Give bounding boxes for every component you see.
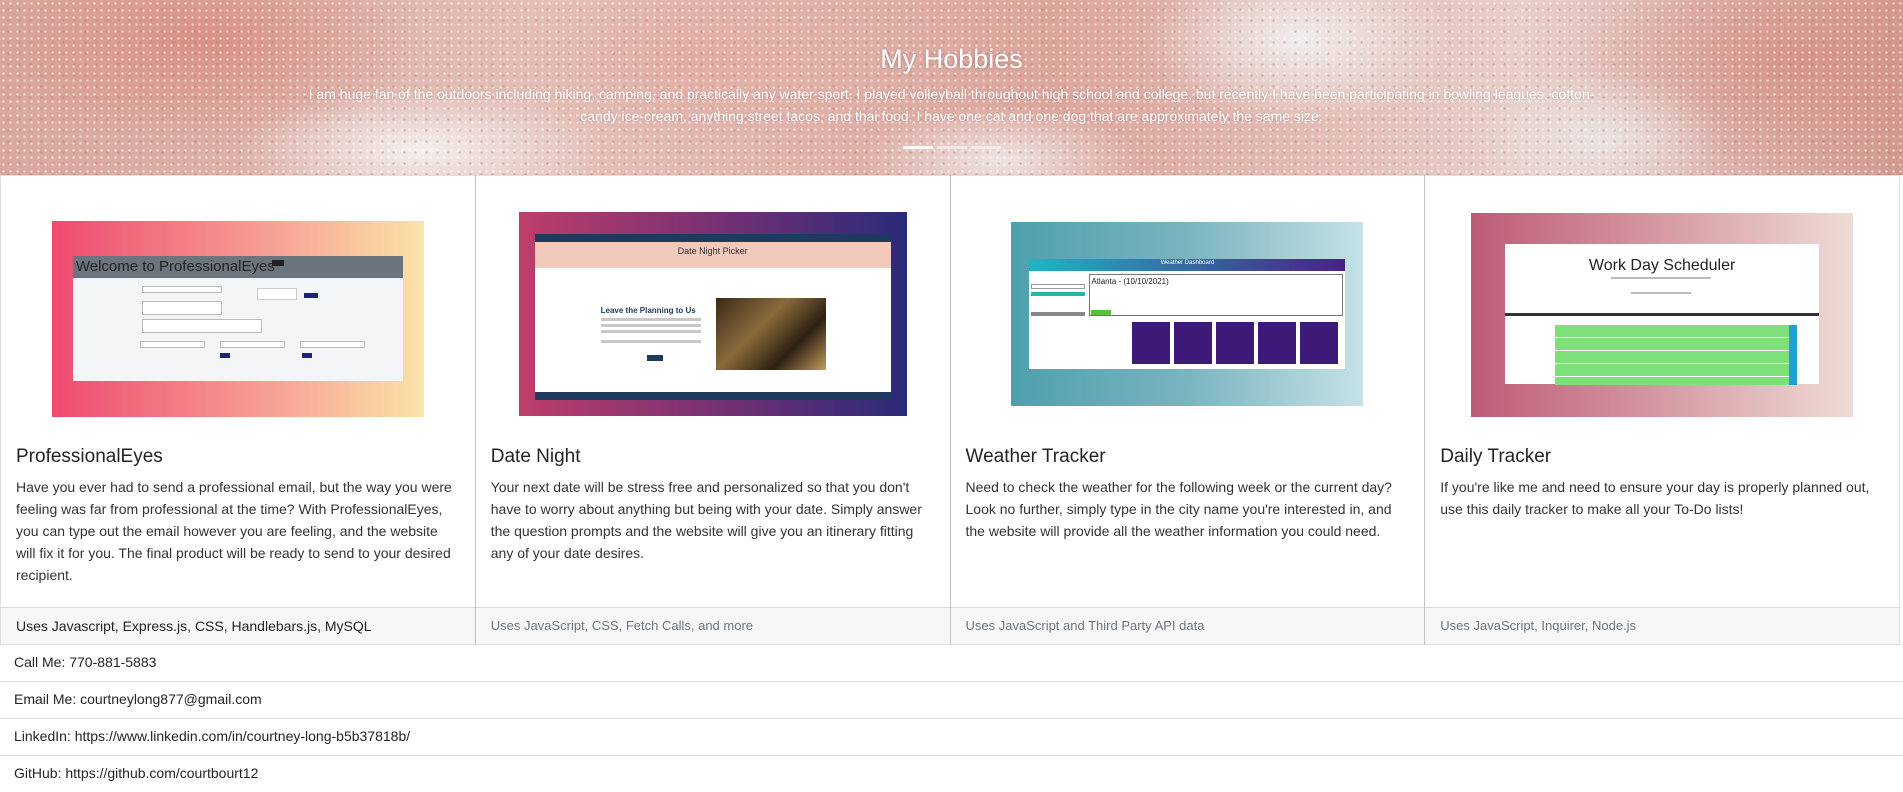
project-image-wrap: Weather Dashboard Atlanta - (10/10/2021) bbox=[951, 176, 1425, 446]
project-description: If you're like me and need to ensure you… bbox=[1440, 479, 1870, 517]
project-image-wrap: Welcome to ProfessionalEyes bbox=[1, 176, 475, 446]
carousel-caption: My Hobbies I am huge fan of the outdoors… bbox=[0, 44, 1903, 127]
project-image-wrap: Work Day Scheduler bbox=[1425, 176, 1899, 446]
thumb-subheading: Leave the Planning to Us bbox=[600, 306, 696, 315]
thumb-city: Atlanta - (10/10/2021) bbox=[1091, 276, 1169, 286]
project-image-wrap: Date Night Picker Leave the Planning to … bbox=[476, 176, 950, 446]
contact-phone[interactable]: Call Me: 770-881-5883 bbox=[0, 645, 1903, 682]
hobbies-carousel: My Hobbies I am huge fan of the outdoors… bbox=[0, 0, 1903, 175]
project-description: Need to check the weather for the follow… bbox=[965, 479, 1392, 539]
contact-email[interactable]: Email Me: courtneylong877@gmail.com bbox=[0, 682, 1903, 719]
card-body: Daily Tracker If you're like me and need… bbox=[1425, 446, 1899, 607]
project-title: ProfessionalEyes bbox=[16, 446, 163, 467]
project-description: Have you ever had to send a professional… bbox=[16, 479, 452, 583]
project-screenshot[interactable]: Weather Dashboard Atlanta - (10/10/2021) bbox=[1011, 221, 1364, 406]
project-tech-footer: Uses JavaScript, CSS, Fetch Calls, and m… bbox=[475, 607, 950, 644]
project-screenshot[interactable]: Work Day Scheduler bbox=[1471, 212, 1854, 417]
thumb-heading: Weather Dashboard bbox=[1160, 259, 1215, 266]
carousel-indicator-2[interactable] bbox=[936, 146, 967, 149]
card-body: ProfessionalEyes Have you ever had to se… bbox=[1, 446, 475, 607]
project-title: Weather Tracker bbox=[965, 446, 1106, 467]
project-cards: Welcome to ProfessionalEyes Professional… bbox=[0, 175, 1903, 645]
project-screenshot[interactable]: Date Night Picker Leave the Planning to … bbox=[518, 212, 907, 416]
project-tech-footer: Uses JavaScript, Inquirer, Node.js bbox=[1425, 607, 1899, 644]
project-card: Weather Dashboard Atlanta - (10/10/2021)… bbox=[949, 175, 1426, 645]
carousel-indicator-3[interactable] bbox=[970, 146, 1001, 149]
project-tech-footer: Uses JavaScript and Third Party API data bbox=[950, 607, 1425, 644]
carousel-title: My Hobbies bbox=[880, 44, 1023, 74]
project-card: Welcome to ProfessionalEyes Professional… bbox=[0, 175, 476, 645]
project-tech-footer: Uses Javascript, Express.js, CSS, Handle… bbox=[1, 607, 475, 644]
contact-linkedin[interactable]: LinkedIn: https://www.linkedin.com/in/co… bbox=[0, 719, 1903, 756]
card-body: Date Night Your next date will be stress… bbox=[476, 446, 950, 607]
project-description: Your next date will be stress free and p… bbox=[490, 479, 922, 561]
project-card: Date Night Picker Leave the Planning to … bbox=[474, 175, 951, 645]
carousel-text: I am huge fan of the outdoors including … bbox=[308, 86, 1595, 124]
contact-github[interactable]: GitHub: https://github.com/courtbourt12 bbox=[0, 756, 1903, 792]
carousel-indicators bbox=[0, 146, 1903, 149]
thumb-heading: Welcome to ProfessionalEyes bbox=[75, 257, 275, 275]
contact-list: Call Me: 770-881-5883 Email Me: courtney… bbox=[0, 645, 1903, 792]
carousel-indicator-1[interactable] bbox=[902, 146, 933, 149]
card-body: Weather Tracker Need to check the weathe… bbox=[951, 446, 1425, 607]
project-title: Daily Tracker bbox=[1440, 446, 1552, 467]
project-title: Date Night bbox=[490, 446, 581, 467]
project-screenshot[interactable]: Welcome to ProfessionalEyes bbox=[51, 220, 424, 417]
thumb-heading: Work Day Scheduler bbox=[1588, 256, 1736, 274]
project-card: Work Day Scheduler Daily Tracker If you'… bbox=[1424, 175, 1900, 645]
thumb-heading: Date Night Picker bbox=[677, 246, 748, 256]
